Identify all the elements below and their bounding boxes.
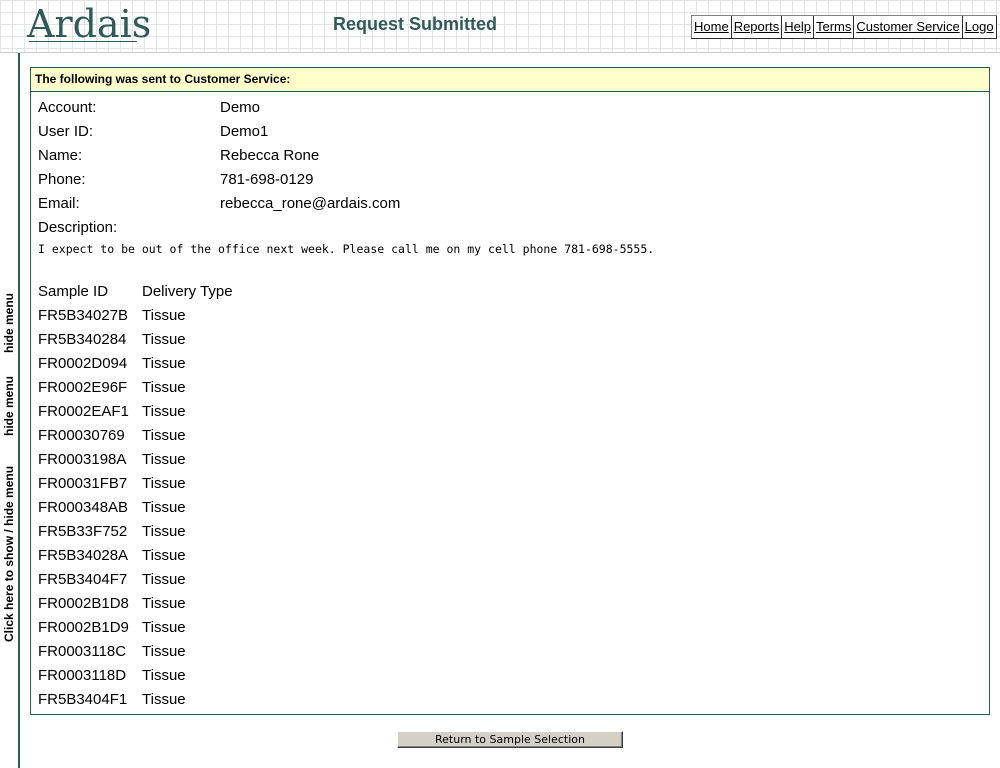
email-label: Email:	[38, 195, 80, 212]
delivery-type: Tissue	[142, 451, 186, 468]
sample-id: FR00030769	[38, 427, 125, 444]
phone-label: Phone:	[38, 171, 86, 188]
page-title: Request Submitted	[332, 14, 497, 34]
hide-menu-link-2[interactable]: hide menu	[2, 366, 16, 436]
table-row: FR0002E96F Tissue	[38, 376, 233, 400]
nav-terms-link[interactable]: Terms	[814, 16, 855, 38]
sample-id: FR000348AB	[38, 499, 129, 516]
delivery-type: Tissue	[142, 403, 186, 420]
delivery-type: Tissue	[142, 619, 186, 636]
ardais-logo[interactable]: Ardais	[27, 3, 151, 45]
name-label: Name:	[38, 147, 83, 164]
menu-toggle-bar[interactable]: hide menu hide menu Click here to show /…	[0, 53, 20, 768]
info-row-email: Email: rebecca_rone@ardais.com	[38, 192, 400, 216]
delivery-type: Tissue	[142, 379, 186, 396]
user-id-value: Demo1	[220, 123, 269, 140]
samples-header-row: Sample ID Delivery Type	[38, 280, 233, 304]
info-row-phone: Phone: 781-698-0129	[38, 168, 400, 192]
sample-id-header: Sample ID	[38, 283, 109, 300]
delivery-type-header: Delivery Type	[142, 283, 233, 300]
table-row: FR5B34028A Tissue	[38, 544, 233, 568]
delivery-type: Tissue	[142, 667, 186, 684]
delivery-type: Tissue	[142, 475, 186, 492]
table-row: FR0002B1D9 Tissue	[38, 616, 233, 640]
table-row: FR0003118C Tissue	[38, 640, 233, 664]
nav-reports-link[interactable]: Reports	[732, 16, 783, 38]
account-label: Account:	[38, 99, 97, 116]
table-row: FR0002D094 Tissue	[38, 352, 233, 376]
delivery-type: Tissue	[142, 547, 186, 564]
table-row: FR0003118D Tissue	[38, 664, 233, 688]
delivery-type: Tissue	[142, 331, 186, 348]
sample-id: FR0003118D	[38, 667, 127, 684]
delivery-type: Tissue	[142, 571, 186, 588]
user-id-label: User ID:	[38, 123, 94, 140]
delivery-type: Tissue	[142, 499, 186, 516]
info-row-account: Account: Demo	[38, 96, 400, 120]
table-row: FR0002B1D8 Tissue	[38, 592, 233, 616]
table-row: FR5B3404F7 Tissue	[38, 568, 233, 592]
table-row: FR5B3404F1 Tissue	[38, 688, 233, 712]
sample-id: FR0002B1D8	[38, 595, 129, 612]
account-value: Demo	[220, 99, 261, 116]
table-row: FR5B33F752 Tissue	[38, 520, 233, 544]
table-row: FR000348AB Tissue	[38, 496, 233, 520]
delivery-type: Tissue	[142, 523, 186, 540]
confirmation-panel: The following was sent to Customer Servi…	[30, 67, 990, 715]
sample-id: FR5B33F752	[38, 523, 128, 540]
return-to-sample-selection-button[interactable]: Return to Sample Selection	[397, 731, 623, 748]
nav-help-link[interactable]: Help	[782, 16, 814, 38]
delivery-type: Tissue	[142, 307, 186, 324]
description-label: Description:	[38, 219, 118, 236]
table-row: FR0002EAF1 Tissue	[38, 400, 233, 424]
sample-id: FR0003198A	[38, 451, 127, 468]
top-nav: Home Reports Help Terms Customer Service…	[691, 15, 997, 39]
nav-home-link[interactable]: Home	[692, 16, 732, 38]
email-value: rebecca_rone@ardais.com	[220, 195, 401, 212]
description-text: I expect to be out of the office next we…	[38, 242, 655, 256]
samples-table: Sample ID Delivery Type FR5B34027B Tissu…	[38, 280, 233, 712]
sample-id: FR5B3404F7	[38, 571, 128, 588]
sample-id: FR5B34028A	[38, 547, 129, 564]
phone-value: 781-698-0129	[220, 171, 314, 188]
request-info: Account: Demo User ID: Demo1 Name: Rebec…	[38, 96, 400, 240]
delivery-type: Tissue	[142, 595, 186, 612]
delivery-type: Tissue	[142, 643, 186, 660]
nav-logout-link[interactable]: Logo	[963, 16, 997, 38]
nav-customer-service-link[interactable]: Customer Service	[854, 16, 963, 38]
sample-id: FR0002EAF1	[38, 403, 129, 420]
delivery-type: Tissue	[142, 427, 186, 444]
hide-menu-link-1[interactable]: hide menu	[2, 283, 16, 353]
sample-id: FR5B34027B	[38, 307, 129, 324]
table-row: FR5B340284 Tissue	[38, 328, 233, 352]
sample-id: FR00031FB7	[38, 475, 128, 492]
sample-id: FR5B340284	[38, 331, 127, 348]
panel-heading: The following was sent to Customer Servi…	[31, 68, 989, 92]
sample-id: FR0002D094	[38, 355, 128, 372]
info-row-name: Name: Rebecca Rone	[38, 144, 400, 168]
sample-id: FR0002E96F	[38, 379, 128, 396]
sample-id: FR5B3404F1	[38, 691, 128, 708]
sample-id: FR0002B1D9	[38, 619, 129, 636]
table-row: FR00030769 Tissue	[38, 424, 233, 448]
show-hide-menu-link[interactable]: Click here to show / hide menu	[2, 446, 16, 642]
info-row-user-id: User ID: Demo1	[38, 120, 400, 144]
table-row: FR5B34027B Tissue	[38, 304, 233, 328]
table-row: FR00031FB7 Tissue	[38, 472, 233, 496]
header: Ardais Request Submitted Home Reports He…	[0, 0, 1000, 53]
table-row: FR0003198A Tissue	[38, 448, 233, 472]
delivery-type: Tissue	[142, 691, 186, 708]
logo-underline	[29, 41, 137, 42]
name-value: Rebecca Rone	[220, 147, 320, 164]
sample-id: FR0003118C	[38, 643, 127, 660]
delivery-type: Tissue	[142, 355, 186, 372]
